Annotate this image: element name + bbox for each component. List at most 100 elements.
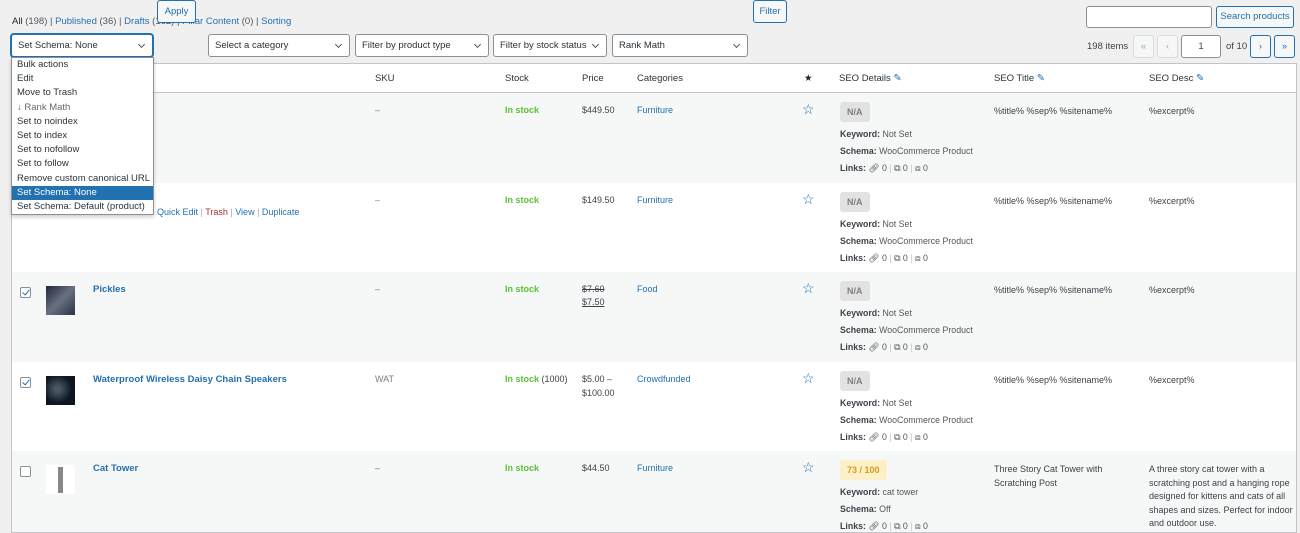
category-link[interactable]: Furniture (637, 105, 673, 115)
bulk-option[interactable]: Remove custom canonical URL (12, 172, 153, 186)
internal-links-count: 0 (881, 342, 887, 352)
links-label: Links: (840, 163, 866, 173)
category-select[interactable]: Select a category (208, 34, 350, 57)
table-row: Waterproof Wireless Daisy Chain Speakers… (12, 362, 1296, 452)
bulk-option[interactable]: Set to nofollow (12, 143, 153, 157)
seo-desc-value: %excerpt% (1149, 106, 1195, 116)
rank-math-select[interactable]: Rank Math (612, 34, 748, 57)
seo-keyword: Keyword: Not Set (840, 129, 912, 139)
sku: – (375, 105, 381, 115)
schema-value: WooCommerce Product (879, 325, 973, 335)
price-cell: $7.60 $7.50 (582, 284, 605, 307)
internal-links-count: 0 (881, 431, 887, 442)
product-thumbnail[interactable] (46, 286, 75, 315)
star-icon[interactable]: ☆ (802, 459, 815, 476)
schema-label: Schema: (840, 414, 877, 425)
external-link-icon: ⧉ (894, 431, 901, 442)
stock-qty: (1000) (541, 373, 568, 384)
table-row: Pickles – In stock $7.60 $7.50 Food ☆ N/A… (12, 272, 1296, 362)
last-page-button[interactable]: » (1274, 35, 1295, 58)
bulk-option[interactable]: Edit (12, 72, 153, 86)
pencil-icon[interactable]: ✎ (1037, 73, 1045, 84)
bulk-actions-dropdown[interactable]: Bulk actions Edit Move to Trash ↓ Rank Math… (11, 57, 154, 216)
prev-page-button[interactable]: ‹ (1157, 35, 1178, 58)
seo-title-value: %title% %sep% %sitename% (994, 195, 1113, 206)
star-icon[interactable]: ☆ (802, 191, 815, 208)
keyword-value: Not Set (882, 218, 912, 229)
bulk-option[interactable]: Set Schema: None (12, 185, 153, 200)
product-name[interactable]: Pickles (93, 284, 126, 295)
stock-label: In stock (505, 194, 540, 205)
row-checkbox[interactable] (20, 376, 31, 388)
seo-title-value: Three Story Cat Tower with Scratching Po… (994, 464, 1103, 488)
view-published[interactable]: Published (36) (55, 16, 116, 27)
current-page-input[interactable]: 1 (1181, 35, 1221, 58)
category-link[interactable]: Crowdfunded (637, 374, 691, 384)
product-name[interactable]: Waterproof Wireless Daisy Chain Speakers (93, 374, 287, 385)
row-action-quick-edit[interactable]: Quick Edit (157, 207, 198, 217)
bulk-option[interactable]: Set to follow (12, 157, 153, 171)
external-link-icon: ⧉ (894, 163, 901, 173)
incoming-links-count: 0 (923, 431, 928, 442)
total-pages: of 10 (1226, 41, 1248, 52)
seo-keyword: Keyword: Not Set (840, 308, 912, 318)
column-stock: Stock (505, 73, 529, 84)
first-page-button[interactable]: « (1133, 35, 1154, 58)
pencil-icon[interactable]: ✎ (893, 73, 901, 84)
bulk-option[interactable]: Set to noindex (12, 115, 153, 129)
next-page-button[interactable]: › (1250, 35, 1271, 58)
seo-links: Links: 🔗︎ 0 | ⧉ 0 | ⧈ 0 (840, 163, 928, 173)
bulk-option[interactable]: Set Schema: Default (product) (12, 200, 153, 214)
column-featured-star-icon[interactable]: ★ (804, 73, 813, 84)
pencil-icon[interactable]: ✎ (1196, 73, 1204, 84)
stock-status-select[interactable]: Filter by stock status (493, 34, 607, 57)
row-checkbox[interactable] (20, 287, 31, 298)
stock-label: In stock (505, 373, 540, 384)
table-row: Cat Tower – In stock $44.50 Furniture ☆ … (12, 451, 1296, 532)
product-thumbnail[interactable] (46, 375, 75, 405)
filter-button[interactable]: Filter (753, 0, 787, 23)
star-icon[interactable]: ☆ (802, 280, 815, 297)
external-links-count: 0 (902, 252, 908, 263)
external-links-count: 0 (902, 342, 908, 352)
price-cell: $44.50 (582, 463, 610, 473)
category-link[interactable]: Furniture (637, 195, 673, 205)
bulk-actions-select[interactable]: Set Schema: None (11, 34, 153, 57)
column-seo-details[interactable]: SEO Details ✎ (839, 73, 902, 84)
sku: – (375, 284, 381, 294)
schema-label: Schema: (840, 146, 877, 156)
internal-links-count: 0 (881, 252, 887, 263)
apply-button[interactable]: Apply (157, 0, 196, 23)
external-link-icon: ⧉ (894, 521, 901, 531)
row-action-trash[interactable]: Trash (205, 207, 228, 217)
external-links-count: 0 (902, 431, 908, 442)
column-price[interactable]: Price (582, 73, 604, 84)
row-action-view[interactable]: View (235, 207, 254, 217)
product-name[interactable]: Cat Tower (93, 463, 138, 474)
product-type-select[interactable]: Filter by product type (355, 34, 489, 57)
keyword-label: Keyword: (840, 218, 881, 229)
seo-keyword: Keyword: Not Set (840, 219, 912, 229)
row-checkbox[interactable] (20, 466, 31, 477)
incoming-link-icon: ⧈ (914, 252, 921, 263)
bulk-option[interactable]: Set to index (12, 129, 153, 143)
search-input[interactable] (1086, 6, 1212, 28)
external-link-icon: ⧉ (894, 342, 901, 352)
schema-label: Schema: (840, 325, 877, 335)
column-seo-title: SEO Title ✎ (994, 73, 1045, 84)
product-thumbnail[interactable] (46, 465, 75, 494)
view-sorting[interactable]: Sorting (261, 16, 291, 27)
bulk-option[interactable]: Move to Trash (12, 86, 153, 100)
seo-score-badge: 73 / 100 (840, 460, 887, 480)
seo-title-value: %title% %sep% %sitename% (994, 374, 1113, 385)
view-all[interactable]: All (198) (12, 16, 47, 27)
star-icon[interactable]: ☆ (802, 370, 815, 387)
column-sku[interactable]: SKU (375, 73, 395, 84)
category-link[interactable]: Furniture (637, 463, 673, 473)
seo-score-badge: N/A (840, 102, 870, 122)
star-icon[interactable]: ☆ (802, 101, 815, 118)
category-link[interactable]: Food (637, 284, 658, 294)
search-products-button[interactable]: Search products (1216, 6, 1294, 28)
row-action-duplicate[interactable]: Duplicate (262, 207, 300, 217)
bulk-option[interactable]: Bulk actions (12, 58, 153, 72)
